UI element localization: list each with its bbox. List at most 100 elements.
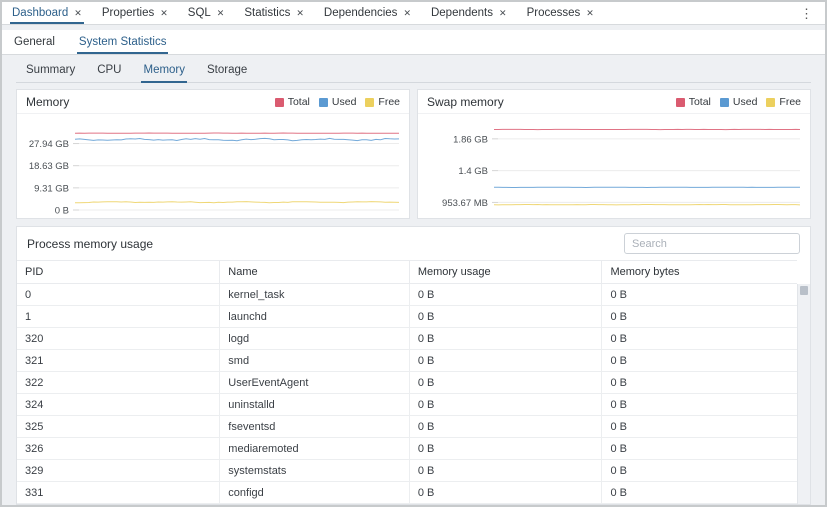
- cell-name: logd: [220, 328, 410, 350]
- column-header-memory-usage[interactable]: Memory usage: [409, 261, 602, 284]
- cell-memory-usage: 0 B: [409, 306, 602, 328]
- cell-pid: 329: [17, 460, 220, 482]
- tab-statistics[interactable]: Statistics ✕: [244, 2, 304, 24]
- table-row[interactable]: 322UserEventAgent0 B0 B: [17, 372, 797, 394]
- table-row[interactable]: 321smd0 B0 B: [17, 350, 797, 372]
- cell-memory-bytes: 0 B: [602, 438, 797, 460]
- cell-memory-usage: 0 B: [409, 372, 602, 394]
- cell-pid: 322: [17, 372, 220, 394]
- y-axis-label: 18.63 GB: [29, 161, 69, 172]
- cell-pid: 0: [17, 284, 220, 306]
- cell-memory-usage: 0 B: [409, 416, 602, 438]
- legend-label: Free: [378, 96, 400, 108]
- close-icon[interactable]: ✕: [403, 9, 411, 18]
- column-header-memory-bytes[interactable]: Memory bytes: [602, 261, 797, 284]
- legend-item-used: Used: [319, 96, 357, 108]
- process-table-wrap: PIDNameMemory usageMemory bytes 0kernel_…: [17, 260, 810, 504]
- legend-label: Total: [689, 96, 711, 108]
- close-icon[interactable]: ✕: [160, 9, 168, 18]
- legend-item-total: Total: [676, 96, 711, 108]
- legend-swatch-total: [275, 98, 284, 107]
- cell-pid: 326: [17, 438, 220, 460]
- close-icon[interactable]: ✕: [499, 9, 507, 18]
- cell-pid: 331: [17, 482, 220, 504]
- cell-memory-bytes: 0 B: [602, 284, 797, 306]
- tab-cpu[interactable]: CPU: [95, 59, 123, 82]
- chart-panel-header: Swap memoryTotalUsedFree: [418, 90, 810, 114]
- tab-dependents[interactable]: Dependents✕: [431, 2, 507, 24]
- chart-panel-swap-memory: Swap memoryTotalUsedFree1.86 GB1.4 GB953…: [417, 89, 811, 219]
- chart-legend: TotalUsedFree: [275, 96, 400, 108]
- legend-item-free: Free: [766, 96, 801, 108]
- legend-label: Used: [733, 96, 758, 108]
- kebab-menu-icon[interactable]: ⋮: [798, 7, 815, 20]
- search-input[interactable]: [624, 233, 800, 254]
- column-header-pid[interactable]: PID: [17, 261, 220, 284]
- cell-pid: 320: [17, 328, 220, 350]
- close-icon[interactable]: ✕: [74, 9, 82, 18]
- dashboard-tab-bar: General System Statistics: [2, 30, 825, 55]
- table-row[interactable]: 0kernel_task0 B0 B: [17, 284, 797, 306]
- table-scrollbar[interactable]: [797, 284, 810, 504]
- cell-memory-bytes: 0 B: [602, 482, 797, 504]
- tab-label: Statistics: [244, 7, 290, 19]
- table-row[interactable]: 325fseventsd0 B0 B: [17, 416, 797, 438]
- table-row[interactable]: 320logd0 B0 B: [17, 328, 797, 350]
- cell-name: smd: [220, 350, 410, 372]
- table-row[interactable]: 331configd0 B0 B: [17, 482, 797, 504]
- tab-label: Processes: [527, 7, 581, 19]
- close-icon[interactable]: ✕: [296, 9, 304, 18]
- tab-sql[interactable]: SQL ✕: [188, 2, 225, 24]
- cell-memory-bytes: 0 B: [602, 372, 797, 394]
- tab-dependencies[interactable]: Dependencies✕: [324, 2, 411, 24]
- legend-swatch-free: [365, 98, 374, 107]
- legend-item-free: Free: [365, 96, 400, 108]
- tab-summary[interactable]: Summary: [24, 59, 77, 82]
- y-axis-label: 0 B: [55, 206, 69, 217]
- series-line-used: [75, 138, 399, 140]
- tab-label: Properties: [102, 7, 154, 19]
- cell-memory-usage: 0 B: [409, 482, 602, 504]
- cell-memory-usage: 0 B: [409, 394, 602, 416]
- tab-properties[interactable]: Properties ✕: [102, 2, 168, 24]
- legend-label: Used: [332, 96, 357, 108]
- cell-pid: 321: [17, 350, 220, 372]
- tab-memory[interactable]: Memory: [141, 59, 187, 82]
- cell-name: uninstalld: [220, 394, 410, 416]
- close-icon[interactable]: ✕: [586, 9, 594, 18]
- tab-label: SQL: [188, 7, 211, 19]
- table-row[interactable]: 326mediaremoted0 B0 B: [17, 438, 797, 460]
- tab-general[interactable]: General: [12, 31, 57, 54]
- table-row[interactable]: 1launchd0 B0 B: [17, 306, 797, 328]
- close-icon[interactable]: ✕: [217, 9, 225, 18]
- legend-swatch-used: [720, 98, 729, 107]
- cell-memory-bytes: 0 B: [602, 394, 797, 416]
- table-row[interactable]: 329systemstats0 B0 B: [17, 460, 797, 482]
- tab-dashboard[interactable]: Dashboard✕: [12, 2, 82, 24]
- cell-pid: 325: [17, 416, 220, 438]
- tab-processes[interactable]: Processes ✕: [527, 2, 594, 24]
- cell-memory-bytes: 0 B: [602, 306, 797, 328]
- statistics-tab-bar: Summary CPU Memory Storage: [16, 59, 811, 83]
- tab-storage[interactable]: Storage: [205, 59, 249, 82]
- y-axis-label: 953.67 MB: [442, 198, 488, 209]
- column-header-name[interactable]: Name: [220, 261, 410, 284]
- y-axis-label: 27.94 GB: [29, 139, 69, 150]
- cell-name: fseventsd: [220, 416, 410, 438]
- legend-swatch-used: [319, 98, 328, 107]
- cell-name: kernel_task: [220, 284, 410, 306]
- table-scrollbar-thumb[interactable]: [800, 286, 808, 295]
- cell-memory-bytes: 0 B: [602, 350, 797, 372]
- table-row[interactable]: 324uninstalld0 B0 B: [17, 394, 797, 416]
- series-line-free: [75, 202, 399, 203]
- tab-system-statistics[interactable]: System Statistics: [77, 31, 169, 54]
- cell-name: launchd: [220, 306, 410, 328]
- cell-pid: 1: [17, 306, 220, 328]
- cell-memory-usage: 0 B: [409, 350, 602, 372]
- cell-memory-bytes: 0 B: [602, 460, 797, 482]
- legend-label: Free: [779, 96, 801, 108]
- process-table: PIDNameMemory usageMemory bytes 0kernel_…: [17, 260, 797, 504]
- cell-name: UserEventAgent: [220, 372, 410, 394]
- chart-svg-swap-memory: 1.86 GB1.4 GB953.67 MB: [418, 114, 810, 218]
- chart-plot-area: 1.86 GB1.4 GB953.67 MB: [418, 114, 810, 218]
